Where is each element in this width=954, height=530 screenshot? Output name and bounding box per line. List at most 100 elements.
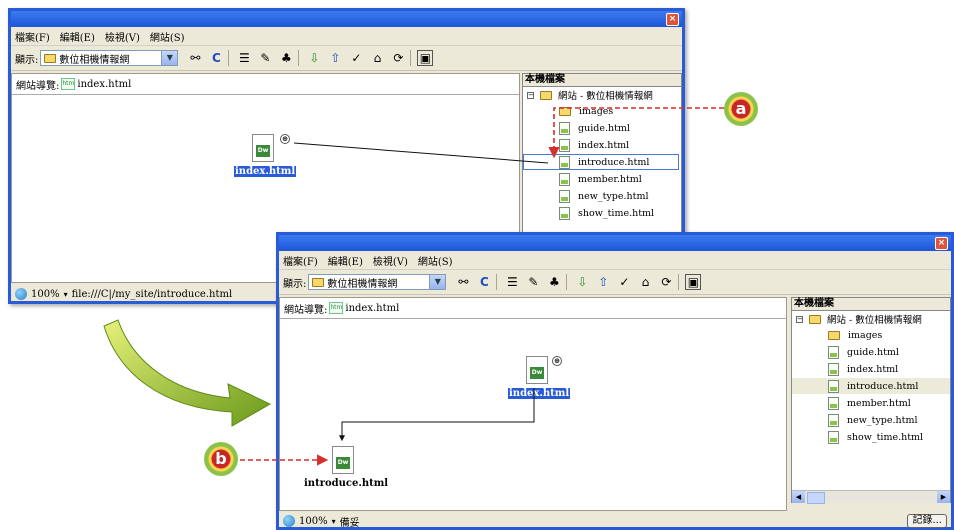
site-select[interactable]: 數位相機情報網 ▼	[308, 274, 447, 290]
title-bar[interactable]: ×	[11, 11, 682, 27]
expand-icon[interactable]: ▣	[685, 274, 702, 290]
connect-icon[interactable]: ⚯	[454, 273, 472, 291]
tree-item-guide[interactable]: guide.html	[559, 120, 630, 136]
scroll-thumb[interactable]	[807, 492, 825, 504]
tree-item-label: introduce.html	[578, 156, 650, 168]
list-icon[interactable]: ☰	[235, 49, 253, 67]
expand-icon[interactable]: ▣	[417, 50, 434, 66]
put-icon[interactable]: ⇧	[594, 273, 612, 291]
site-map-pane: 網站導覽: htm index.html Dw ⊕ index.html Dw …	[279, 297, 787, 511]
tree-item-index[interactable]: index.html	[559, 137, 629, 153]
tree-item-new-type[interactable]: new_type.html	[559, 188, 649, 204]
chevron-down-icon[interactable]: ▾	[64, 290, 68, 299]
get-icon[interactable]: ⇩	[573, 273, 591, 291]
status-url: file:///C|/my_site/introduce.html	[71, 288, 233, 300]
list-icon[interactable]: ☰	[503, 273, 521, 291]
dw-badge: Dw	[256, 145, 270, 157]
tree-item-index[interactable]: index.html	[828, 361, 898, 377]
site-nav-label: 網站導覽:	[16, 80, 60, 92]
index-node-label[interactable]: index.html	[234, 166, 297, 177]
chevron-down-icon[interactable]: ▾	[332, 517, 336, 526]
menu-site[interactable]: 網站(S)	[418, 253, 453, 268]
close-icon[interactable]: ×	[935, 237, 948, 250]
scroll-left-icon[interactable]: ◀	[792, 491, 805, 503]
check-in-icon[interactable]: ⌂	[368, 49, 386, 67]
menu-view[interactable]: 檢視(V)	[373, 253, 408, 268]
collapse-icon[interactable]: −	[527, 91, 534, 99]
globe-icon	[283, 515, 295, 527]
get-icon[interactable]: ⇩	[305, 49, 323, 67]
show-label: 顯示:	[15, 54, 39, 66]
page-icon: htm	[61, 78, 76, 90]
site-window-after: × 檔案(F) 編輯(E) 檢視(V) 網站(S) 顯示: 數位相機情報網 ▼ …	[276, 232, 954, 530]
dw-badge: Dw	[336, 457, 350, 469]
zoom-level[interactable]: 100%	[31, 289, 60, 300]
toolbar-divider	[496, 274, 498, 290]
settings-icon[interactable]: ✎	[256, 49, 274, 67]
menu-edit[interactable]: 編輯(E)	[328, 253, 363, 268]
zoom-level[interactable]: 100%	[299, 516, 328, 527]
tree-root[interactable]: − 網站 - 數位相機情報網	[527, 87, 653, 103]
tree-item-images[interactable]: images	[559, 103, 613, 119]
folder-icon	[828, 330, 840, 340]
menu-file[interactable]: 檔案(F)	[283, 253, 318, 268]
tree-item-label: member.html	[578, 173, 642, 185]
tree-item-member[interactable]: member.html	[559, 171, 642, 187]
close-icon[interactable]: ×	[666, 13, 679, 26]
site-map-icon[interactable]: ♣	[277, 49, 295, 67]
put-icon[interactable]: ⇧	[326, 49, 344, 67]
connect-icon[interactable]: ⚯	[186, 49, 204, 67]
tree-item-introduce[interactable]: introduce.html	[523, 154, 679, 170]
menu-file[interactable]: 檔案(F)	[15, 29, 50, 44]
index-page-icon[interactable]: Dw	[252, 134, 274, 162]
sync-icon[interactable]: ⟳	[657, 273, 675, 291]
horizontal-scrollbar[interactable]: ◀ ▶	[792, 490, 950, 504]
html-file-icon	[559, 172, 570, 186]
menu-bar: 檔案(F) 編輯(E) 檢視(V) 網站(S)	[279, 251, 951, 270]
log-button[interactable]: 記錄...	[907, 514, 947, 528]
check-in-icon[interactable]: ⌂	[636, 273, 654, 291]
menu-edit[interactable]: 編輯(E)	[60, 29, 95, 44]
menu-view[interactable]: 檢視(V)	[105, 29, 140, 44]
site-nav-bar: 網站導覽: htm index.html	[12, 74, 519, 95]
refresh-icon[interactable]: C	[207, 49, 225, 67]
local-files-pane: 本機檔案 − 網站 - 數位相機情報網 images guide.html in…	[522, 73, 682, 243]
toolbar-divider	[678, 274, 680, 290]
check-out-icon[interactable]: ✓	[347, 49, 365, 67]
check-out-icon[interactable]: ✓	[615, 273, 633, 291]
chevron-down-icon[interactable]: ▼	[161, 51, 178, 65]
menu-bar: 檔案(F) 編輯(E) 檢視(V) 網站(S)	[11, 27, 682, 46]
tree-item-guide[interactable]: guide.html	[828, 344, 899, 360]
point-to-file-icon[interactable]: ⊕	[552, 356, 562, 366]
point-to-file-icon[interactable]: ⊕	[280, 134, 290, 144]
index-node-label[interactable]: index.html	[508, 388, 571, 399]
tree-item-images[interactable]: images	[828, 327, 882, 343]
toolbar: 顯示: 數位相機情報網 ▼ ⚯ C ☰ ✎ ♣ ⇩ ⇧ ✓ ⌂ ⟳ ▣	[11, 46, 682, 71]
sync-icon[interactable]: ⟳	[389, 49, 407, 67]
tree-item-show-time[interactable]: show_time.html	[559, 205, 654, 221]
introduce-page-icon[interactable]: Dw	[332, 446, 354, 474]
tree-item-show-time[interactable]: show_time.html	[828, 429, 923, 445]
site-select[interactable]: 數位相機情報網 ▼	[40, 50, 179, 66]
chevron-down-icon[interactable]: ▼	[429, 275, 446, 289]
site-map-icon[interactable]: ♣	[545, 273, 563, 291]
refresh-icon[interactable]: C	[475, 273, 493, 291]
settings-icon[interactable]: ✎	[524, 273, 542, 291]
tree-item-label: show_time.html	[847, 431, 924, 443]
tree-item-new-type[interactable]: new_type.html	[828, 412, 918, 428]
folder-icon	[540, 90, 552, 100]
collapse-icon[interactable]: −	[796, 315, 803, 323]
tree-item-introduce[interactable]: introduce.html	[792, 378, 950, 394]
scroll-right-icon[interactable]: ▶	[937, 491, 950, 503]
tree-root[interactable]: − 網站 - 數位相機情報網	[796, 311, 922, 327]
menu-site[interactable]: 網站(S)	[150, 29, 185, 44]
index-page-icon[interactable]: Dw	[526, 356, 548, 384]
introduce-node-label[interactable]: introduce.html	[304, 478, 388, 489]
title-bar[interactable]: ×	[279, 235, 951, 251]
site-select-value: 數位相機情報網	[327, 278, 398, 290]
tree-item-label: new_type.html	[578, 190, 649, 202]
tree-item-member[interactable]: member.html	[828, 395, 911, 411]
tree-root-label: 網站 - 數位相機情報網	[827, 315, 922, 326]
html-file-icon	[828, 430, 839, 444]
status-bar: 100% ▾ 備妥 記錄...	[279, 513, 951, 529]
